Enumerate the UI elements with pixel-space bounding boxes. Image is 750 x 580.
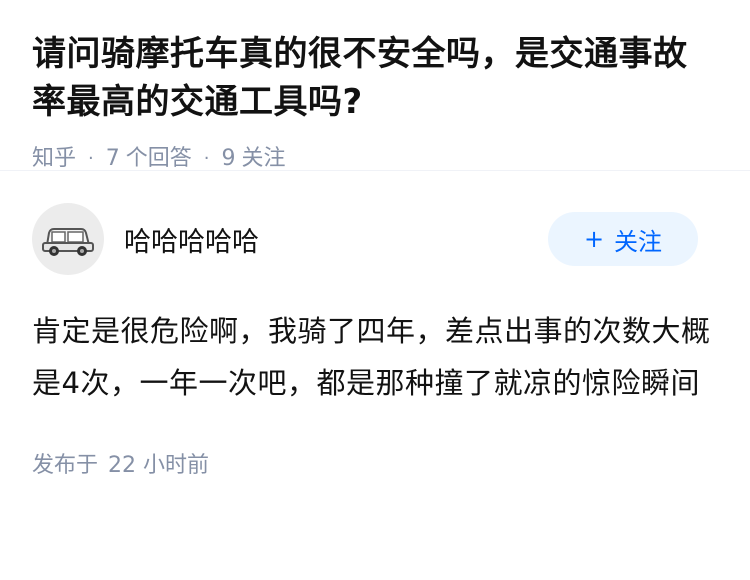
follow-button-label: 关注 xyxy=(614,227,663,256)
answer-count-label: 个回答 xyxy=(125,146,192,171)
follow-button[interactable]: + 关注 xyxy=(548,212,698,266)
plus-icon: + xyxy=(583,225,605,253)
question-header: 请问骑摩托车真的很不安全吗，是交通事故率最高的交通工具吗? 知乎 · 7 个回答… xyxy=(0,0,750,171)
author-name[interactable]: 哈哈哈哈哈 xyxy=(124,220,548,259)
follower-count: 9 xyxy=(221,146,236,171)
source-label: 知乎 xyxy=(32,146,77,171)
publish-label: 发布于 xyxy=(32,453,99,478)
question-title[interactable]: 请问骑摩托车真的很不安全吗，是交通事故率最高的交通工具吗? xyxy=(32,30,718,126)
answer-content[interactable]: 肯定是很危险啊，我骑了四年，差点出事的次数大概是4次，一年一次吧，都是那种撞了就… xyxy=(32,305,718,409)
publish-info: 发布于 22 小时前 xyxy=(32,447,718,479)
avatar[interactable] xyxy=(32,203,104,275)
separator-dot: · xyxy=(88,148,94,169)
car-avatar-icon xyxy=(42,228,94,256)
publish-time: 22 小时前 xyxy=(108,453,210,478)
page: 请问骑摩托车真的很不安全吗，是交通事故率最高的交通工具吗? 知乎 · 7 个回答… xyxy=(0,0,750,580)
answer-card: 哈哈哈哈哈 + 关注 肯定是很危险啊，我骑了四年，差点出事的次数大概是4次，一年… xyxy=(0,203,750,479)
follower-count-label: 关注 xyxy=(241,146,286,171)
answer-count: 7 xyxy=(105,146,120,171)
separator-dot: · xyxy=(203,148,210,169)
author-row: 哈哈哈哈哈 + 关注 xyxy=(32,203,718,275)
